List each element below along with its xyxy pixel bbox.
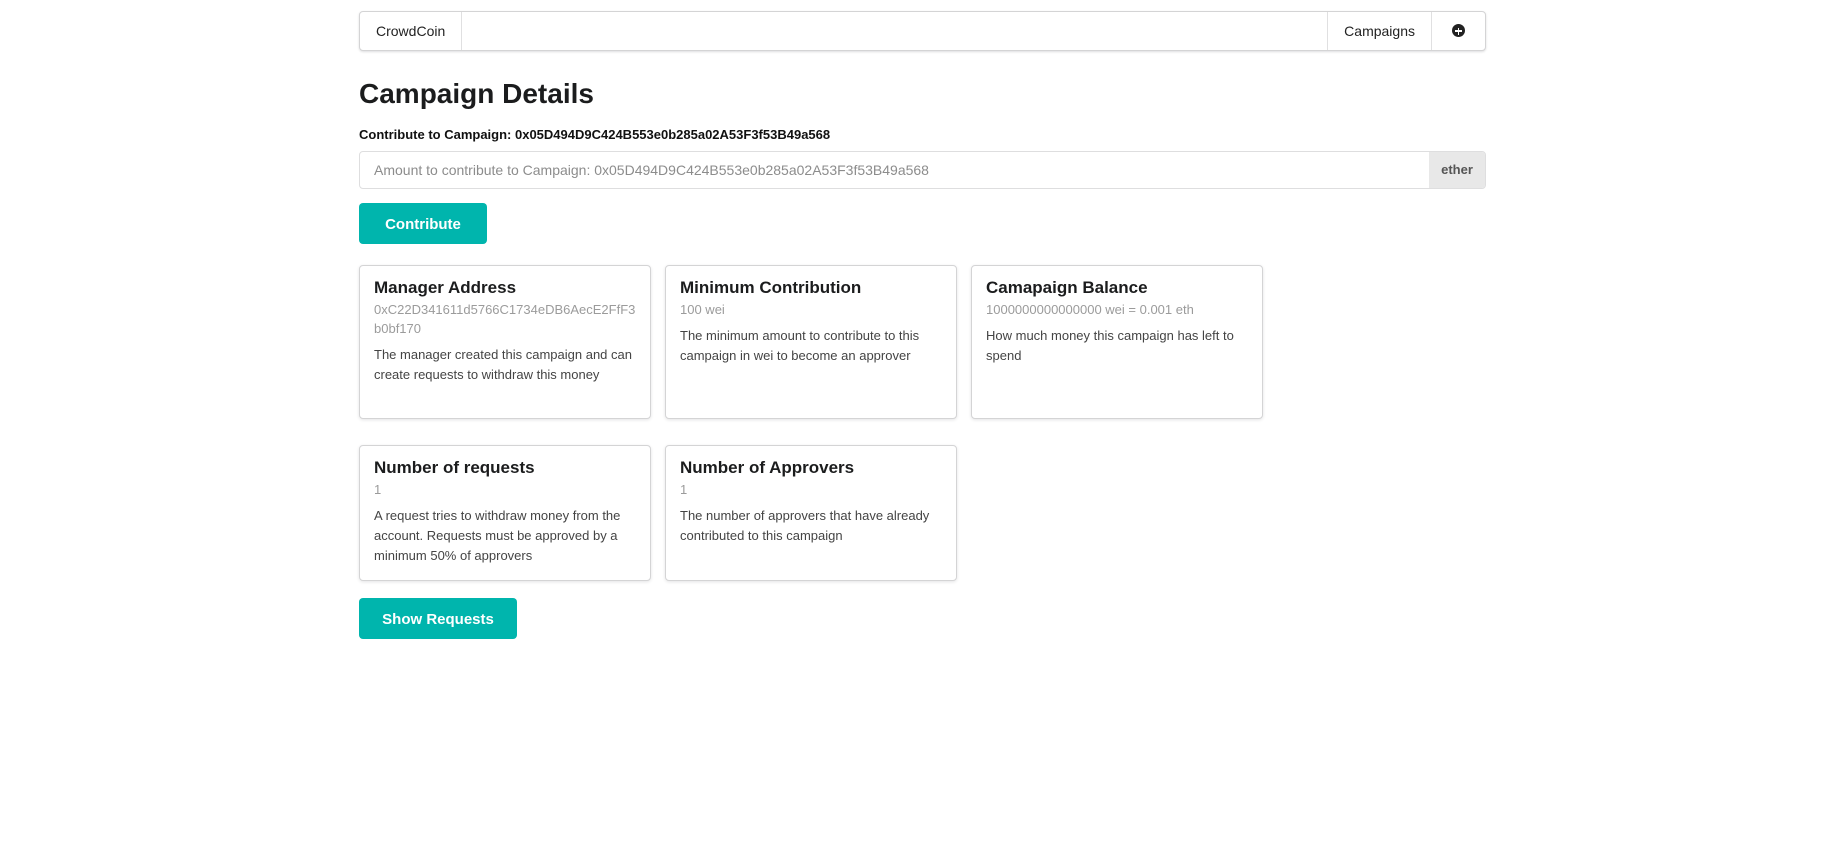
card-meta: 0xC22D341611d5766C1734eDB6AecE2FfF3b0bf1… [374, 302, 636, 336]
campaigns-link[interactable]: Campaigns [1327, 12, 1431, 50]
campaign-balance-card: Camapaign Balance 1000000000000000 wei =… [971, 265, 1263, 419]
card-description: The number of approvers that have alread… [680, 508, 930, 543]
card-header: Minimum Contribution [680, 278, 862, 297]
add-campaign-button[interactable] [1431, 12, 1485, 50]
card-meta: 1000000000000000 wei = 0.001 eth [986, 302, 1194, 317]
card-meta: 100 wei [680, 302, 725, 317]
card-description: The manager created this campaign and ca… [374, 347, 632, 382]
card-description: How much money this campaign has left to… [986, 328, 1234, 363]
page: CrowdCoin Campaigns Campaign Details Con… [0, 0, 1833, 857]
number-of-requests-card: Number of requests 1 A request tries to … [359, 445, 651, 581]
card-header: Manager Address [374, 278, 517, 297]
card-header: Camapaign Balance [986, 278, 1148, 297]
manager-address-card: Manager Address 0xC22D341611d5766C1734eD… [359, 265, 651, 419]
card-header: Number of Approvers [680, 458, 855, 477]
card-header: Number of requests [374, 458, 535, 477]
contribute-label: Contribute to Campaign: 0x05D494D9C424B5… [359, 127, 831, 142]
number-of-approvers-card: Number of Approvers 1 The number of appr… [665, 445, 957, 581]
card-meta: 1 [680, 482, 688, 497]
contribute-input-group: ether [359, 151, 1486, 189]
card-meta: 1 [374, 482, 382, 497]
top-menu: CrowdCoin Campaigns [359, 11, 1486, 51]
minimum-contribution-card: Minimum Contribution 100 wei The minimum… [665, 265, 957, 419]
card-description: A request tries to withdraw money from t… [374, 508, 621, 563]
show-requests-button[interactable]: Show Requests [359, 598, 517, 639]
contribute-button[interactable]: Contribute [359, 203, 487, 244]
brand-link[interactable]: CrowdCoin [360, 12, 463, 50]
plus-circle-icon [1452, 24, 1465, 38]
ether-unit-label: ether [1429, 152, 1485, 188]
page-title: Campaign Details [359, 78, 594, 109]
contribute-amount-input[interactable] [360, 152, 1429, 188]
card-description: The minimum amount to contribute to this… [680, 328, 920, 363]
